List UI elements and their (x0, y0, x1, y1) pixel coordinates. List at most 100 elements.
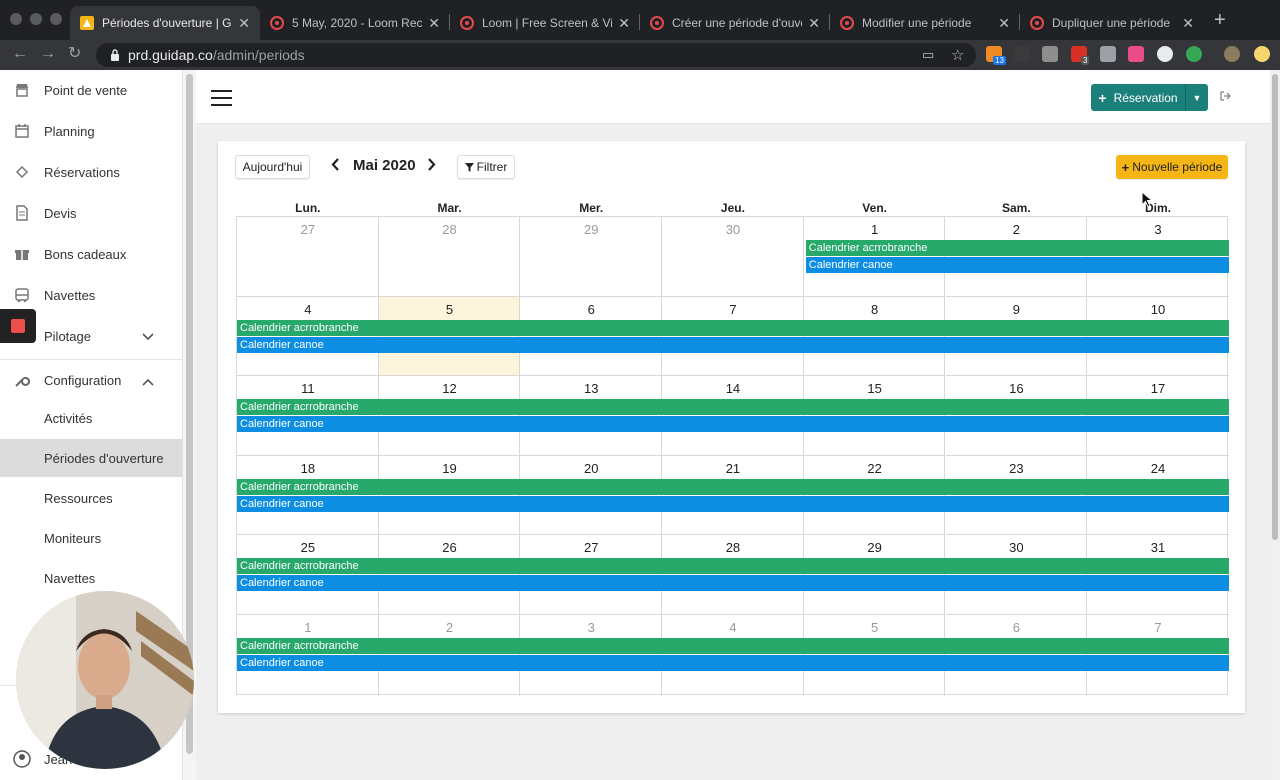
tab-close-icon[interactable]: ✕ (1182, 15, 1194, 32)
back-arrow-icon[interactable]: ← (12, 44, 28, 64)
day-of-week-header: Jeu. (720, 201, 745, 215)
today-button[interactable]: Aujourd'hui (235, 155, 310, 179)
extension-icon[interactable] (1157, 46, 1173, 62)
extension-icon[interactable] (1014, 46, 1030, 62)
profile-avatar-icon[interactable] (1224, 46, 1240, 62)
plus-icon: + (1098, 89, 1107, 106)
day-number: 3 (1154, 222, 1162, 237)
bookmark-star-icon[interactable]: ☆ (951, 46, 964, 64)
prev-month-icon[interactable] (331, 158, 340, 174)
event-bar-acrrobranche[interactable]: Calendrier acrrobranche (237, 399, 1229, 415)
sidebar-item-label: Navettes (44, 287, 96, 303)
day-number: 6 (1012, 619, 1020, 635)
cast-icon[interactable]: ▭ (922, 47, 934, 63)
event-bar-acrrobranche[interactable]: Calendrier acrrobranche (237, 637, 1229, 654)
sidebar-item-bons-cadeaux[interactable]: Bons cadeaux (0, 234, 182, 274)
hamburger-menu-icon[interactable] (211, 90, 232, 111)
day-number: 15 (867, 381, 882, 396)
sidebar-subitem-activites[interactable]: Activités (0, 399, 182, 437)
browser-tab-periodes[interactable]: Périodes d'ouverture | GUID ✕ (70, 6, 260, 40)
new-period-button-label: Nouvelle période (1132, 160, 1223, 174)
sidebar-item-label: Point de vente (44, 82, 128, 98)
day-number: 29 (584, 222, 599, 237)
main-scrollbar[interactable] (1270, 70, 1280, 780)
sidebar-subitem-ressources[interactable]: Ressources (0, 479, 182, 517)
day-number: 20 (584, 460, 599, 476)
extension-icon[interactable] (1128, 46, 1144, 62)
loom-favicon-icon (650, 16, 664, 30)
browser-tab-loom-free[interactable]: Loom | Free Screen & Vide ✕ (450, 6, 640, 40)
sidebar-item-planning[interactable]: Planning (0, 111, 182, 151)
day-number: 27 (300, 222, 316, 237)
sidebar-item-point-de-vente[interactable]: Point de vente (0, 70, 182, 110)
loom-favicon-icon (270, 16, 284, 30)
sidebar-item-configuration[interactable]: Configuration (0, 360, 182, 400)
url-host: prd.guidap.co (128, 47, 213, 63)
browser-tab-dupliquer-periode[interactable]: Dupliquer une période ✕ (1020, 6, 1204, 40)
mouse-cursor-icon (1141, 191, 1153, 208)
sidebar-item-devis[interactable]: Devis (0, 193, 182, 233)
event-bar-canoe[interactable]: Calendrier canoe (237, 654, 1229, 671)
forward-arrow-icon[interactable]: → (40, 44, 56, 64)
sidebar-item-reservations[interactable]: Réservations (0, 152, 182, 192)
window-maximize-button[interactable] (50, 13, 62, 25)
event-bar-canoe[interactable]: Calendrier canoe (237, 575, 1229, 591)
reservation-button[interactable]: + Réservation (1091, 84, 1185, 111)
webcam-overlay[interactable] (16, 591, 194, 769)
window-minimize-button[interactable] (30, 13, 42, 25)
tab-title: 5 May, 2020 - Loom Recor (292, 16, 423, 30)
event-bar-acrrobranche[interactable]: Calendrier acrrobranche (237, 319, 1229, 336)
address-bar[interactable]: prd.guidap.co/admin/periods ▭ ☆ (96, 43, 976, 67)
new-period-button[interactable]: + Nouvelle période (1116, 155, 1228, 179)
day-number: 27 (584, 540, 599, 555)
day-number: 1 (304, 619, 312, 635)
tab-close-icon[interactable]: ✕ (618, 15, 630, 32)
logout-icon[interactable] (1219, 90, 1231, 105)
tab-close-icon[interactable]: ✕ (238, 15, 250, 32)
tab-close-icon[interactable]: ✕ (808, 15, 820, 32)
tab-close-icon[interactable]: ✕ (428, 15, 440, 32)
extension-icon[interactable] (1100, 46, 1116, 62)
browser-tab-modifier-periode[interactable]: Modifier une période ✕ (830, 6, 1020, 40)
day-number: 22 (867, 460, 882, 476)
chevron-up-icon (142, 375, 154, 389)
day-number: 9 (1012, 301, 1020, 317)
browser-tab-creer-periode[interactable]: Créer une période d'ouver ✕ (640, 6, 830, 40)
sidebar-subitem-periodes-ouverture[interactable]: Périodes d'ouverture (0, 439, 182, 477)
day-number: 18 (300, 460, 316, 476)
day-number: 11 (301, 381, 315, 396)
event-bar-acrrobranche[interactable]: Calendrier acrrobranche (805, 240, 1229, 256)
browser-tab-loom-recording[interactable]: 5 May, 2020 - Loom Recor ✕ (260, 6, 450, 40)
reload-icon[interactable]: ↻ (68, 44, 81, 64)
ticket-icon (0, 164, 44, 180)
event-bar-acrrobranche[interactable]: Calendrier acrrobranche (237, 478, 1229, 495)
window-close-button[interactable] (10, 13, 22, 25)
filter-button[interactable]: Filtrer (457, 155, 515, 179)
day-number: 1 (871, 222, 879, 237)
extension-icon[interactable] (1186, 46, 1202, 62)
day-number: 12 (442, 381, 457, 396)
reservation-dropdown-button[interactable]: ▼ (1185, 84, 1208, 111)
day-number: 10 (1150, 301, 1166, 317)
day-number: 17 (1150, 381, 1166, 396)
camera-extension-icon[interactable] (1042, 46, 1058, 62)
event-bar-canoe[interactable]: Calendrier canoe (237, 495, 1229, 512)
sidebar-item-label: Réservations (44, 164, 120, 180)
sidebar-subitem-moniteurs[interactable]: Moniteurs (0, 519, 182, 557)
bus-icon (0, 287, 44, 303)
next-month-icon[interactable] (427, 158, 436, 174)
day-number: 16 (1009, 381, 1024, 396)
new-tab-icon[interactable]: + (1214, 10, 1226, 30)
day-number: 4 (729, 619, 737, 635)
event-bar-canoe[interactable]: Calendrier canoe (237, 336, 1229, 353)
event-bar-acrrobranche[interactable]: Calendrier acrrobranche (237, 558, 1229, 574)
day-number: 31 (1150, 540, 1166, 555)
tab-close-icon[interactable]: ✕ (998, 15, 1010, 32)
plus-icon: + (1121, 159, 1130, 175)
extension-icon[interactable] (1254, 46, 1270, 62)
tab-title: Créer une période d'ouver (672, 16, 803, 30)
wrench-icon (0, 372, 44, 388)
event-bar-canoe[interactable]: Calendrier canoe (805, 257, 1229, 273)
event-bar-canoe[interactable]: Calendrier canoe (237, 416, 1229, 432)
chart-icon (0, 309, 36, 343)
